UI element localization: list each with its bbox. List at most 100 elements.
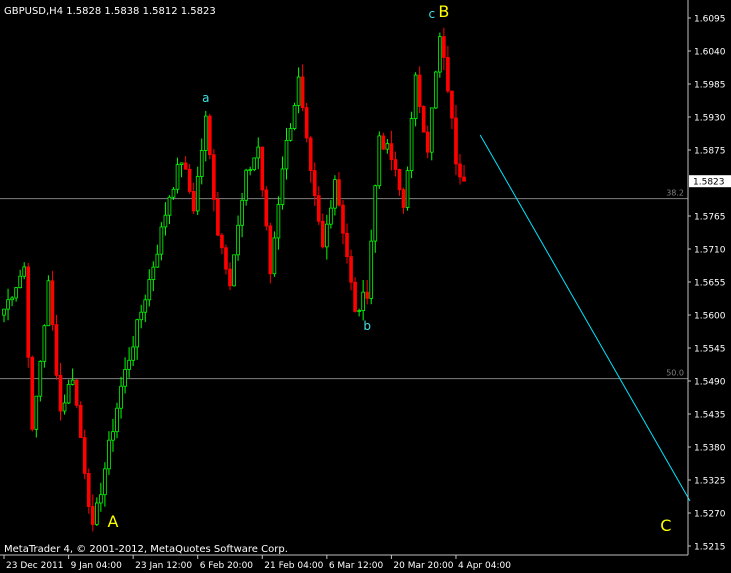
candle-body: [329, 207, 333, 225]
x-tick-label: 6 Mar 12:00: [329, 561, 384, 571]
candle-body: [438, 36, 442, 73]
candle-body: [183, 162, 188, 170]
candle-body: [401, 189, 406, 208]
candle-body: [373, 185, 378, 242]
candle-body: [123, 369, 127, 387]
wave-label: A: [107, 512, 118, 531]
candle-body: [325, 223, 329, 248]
x-tick-label: 20 Mar 20:00: [393, 561, 453, 571]
candle-body: [296, 76, 301, 106]
candle-body: [454, 117, 458, 165]
candle-body: [446, 57, 450, 92]
candle-body: [220, 234, 224, 249]
candle-body: [191, 191, 196, 212]
candle-body: [284, 139, 289, 170]
wave-label: C: [660, 516, 671, 535]
x-tick-label: 21 Feb 04:00: [264, 561, 323, 571]
candle-body: [462, 176, 466, 182]
candle-body: [90, 506, 95, 525]
price-chart[interactable]: 38.2 50.0 Aa b c B C 1.6095 1.6040 1.5985 1.5930…: [0, 0, 731, 573]
candle-body: [268, 225, 273, 275]
candle-body: [377, 135, 382, 187]
candle-body: [151, 266, 156, 280]
candle-body: [74, 379, 79, 406]
candle-body: [50, 280, 55, 326]
candle-body: [381, 135, 386, 150]
candle-body: [42, 325, 47, 362]
candle-body: [111, 431, 115, 441]
candle-body: [187, 168, 192, 192]
candle-body: [232, 254, 236, 287]
candle-body: [2, 308, 6, 316]
candle-body: [389, 143, 394, 161]
candle-body: [300, 76, 305, 109]
chart-background: [0, 0, 731, 573]
candle-body: [127, 359, 131, 370]
y-tick-label: 1.5490: [694, 378, 726, 388]
candle-body: [216, 199, 220, 236]
y-tick-label: 1.5435: [694, 411, 726, 421]
candle-body: [34, 395, 39, 430]
fib-level-label: 50.0: [666, 369, 684, 378]
candle-body: [203, 115, 208, 151]
candle-body: [256, 146, 261, 159]
candle-body: [272, 237, 277, 275]
candle-body: [78, 404, 83, 438]
candle-body: [228, 268, 232, 287]
wave-label: B: [438, 2, 449, 21]
candle-body: [417, 74, 422, 107]
candle-body: [421, 106, 426, 133]
fib-level-label: 38.2: [666, 189, 684, 198]
y-tick-label: 1.5325: [694, 477, 726, 487]
copyright-text: MetaTrader 4, © 2001-2012, MetaQuotes So…: [4, 544, 288, 555]
y-tick-label: 1.5545: [694, 345, 726, 355]
candle-body: [365, 291, 370, 299]
candle-body: [195, 176, 200, 212]
candle-body: [207, 115, 212, 156]
candle-body: [95, 502, 99, 525]
candle-body: [264, 189, 269, 227]
candle-body: [224, 247, 228, 270]
y-tick-label: 1.5930: [694, 114, 726, 124]
wave-label: a: [202, 91, 209, 105]
candle-body: [10, 297, 14, 301]
candle-body: [62, 402, 67, 412]
y-tick-label: 1.6040: [694, 48, 726, 58]
candle-body: [159, 226, 164, 255]
candle-body: [86, 473, 91, 507]
candle-body: [409, 118, 414, 172]
y-tick-label: 1.5215: [694, 543, 726, 553]
candle-body: [276, 204, 281, 239]
candle-body: [6, 299, 10, 310]
candle-body: [429, 107, 434, 153]
chart-title: GBPUSD,H4 1.5828 1.5838 1.5812 1.5823: [4, 6, 216, 17]
candle-body: [171, 188, 176, 198]
candle-body: [26, 266, 31, 358]
candle-body: [135, 319, 140, 348]
candle-body: [107, 439, 111, 470]
candle-body: [308, 137, 313, 171]
candle-body: [316, 195, 321, 222]
wave-label: c: [428, 7, 435, 21]
y-tick-label: 1.6095: [694, 15, 726, 25]
x-tick-label: 23 Dec 2011: [6, 561, 64, 571]
candle-body: [163, 214, 168, 228]
candle-body: [54, 324, 59, 376]
y-tick-label: 1.5765: [694, 213, 726, 223]
candle-body: [103, 468, 107, 496]
candle-body: [131, 346, 135, 361]
candle-body: [349, 256, 353, 283]
candle-body: [38, 360, 43, 397]
y-tick-label: 1.5655: [694, 279, 726, 289]
candle-body: [212, 154, 216, 200]
candle-body: [58, 374, 63, 412]
candle-body: [292, 105, 297, 129]
x-tick-label: 6 Feb 20:00: [200, 561, 254, 571]
candle-body: [199, 150, 204, 177]
candle-body: [82, 437, 87, 474]
x-tick-label: 23 Jan 12:00: [135, 561, 192, 571]
candle-body: [369, 240, 374, 299]
candle-body: [155, 253, 160, 268]
candle-body: [333, 179, 337, 209]
candle-body: [143, 299, 148, 313]
